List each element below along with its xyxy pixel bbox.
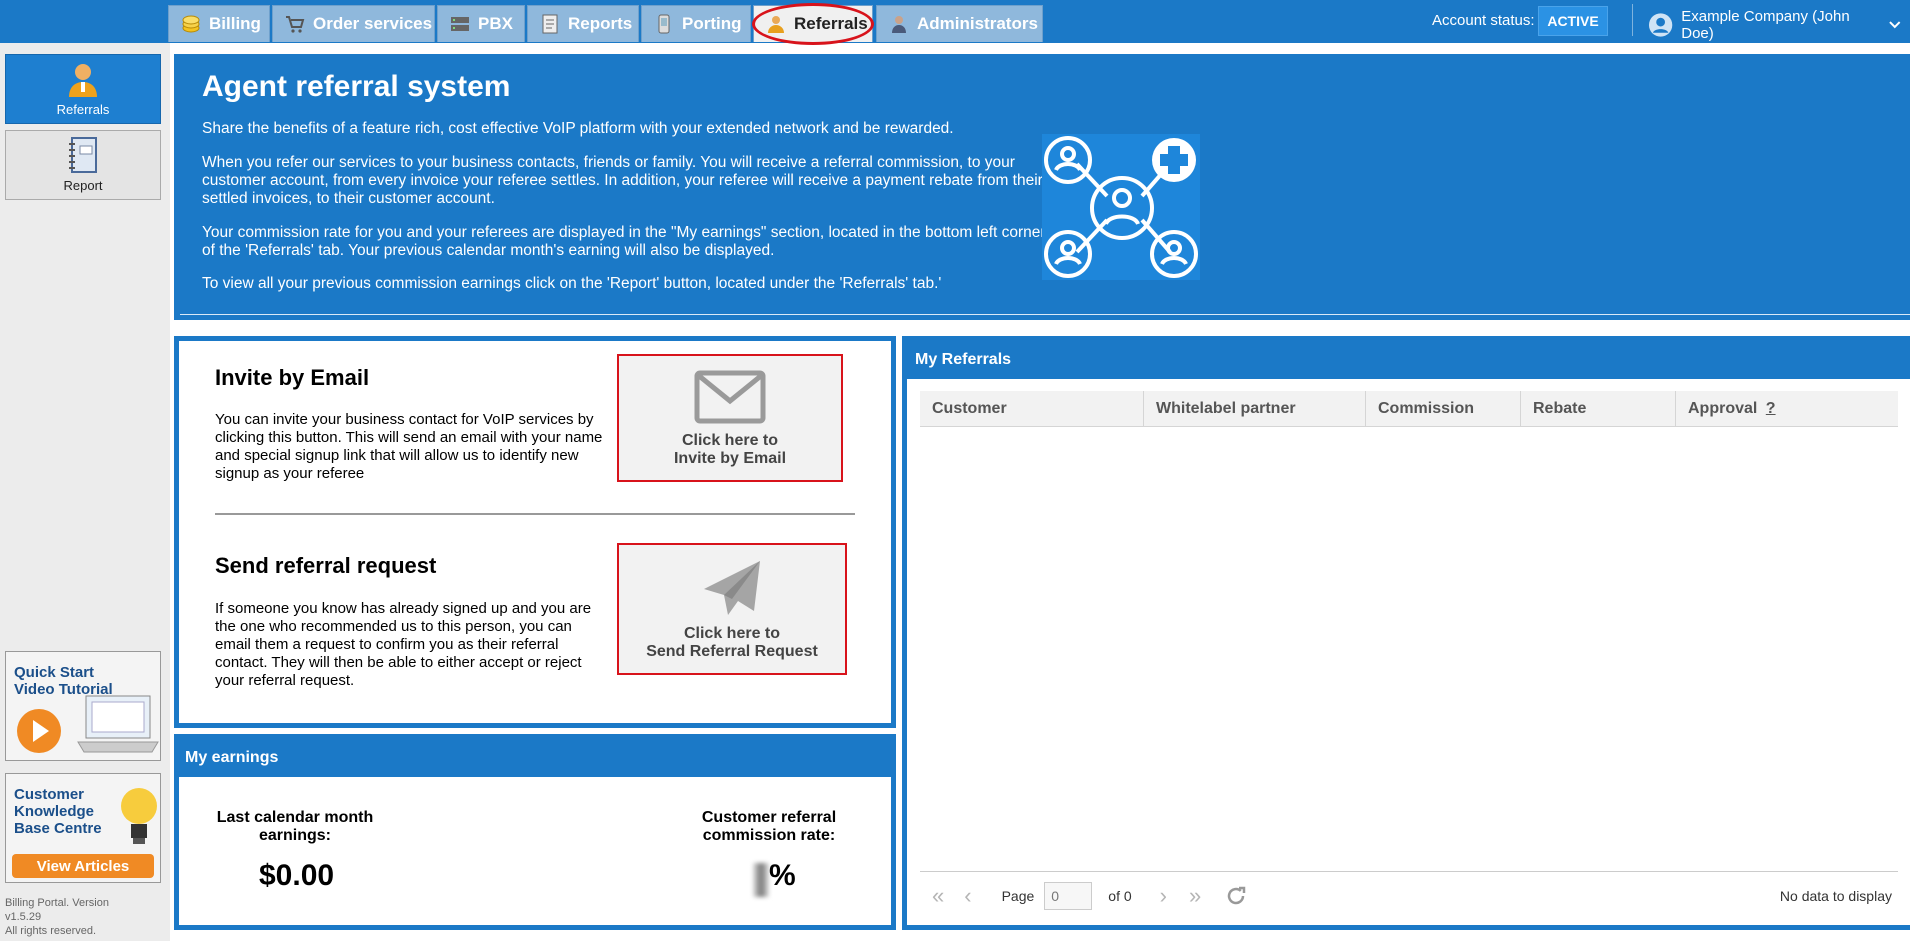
- admin-icon: [892, 16, 906, 33]
- panel-title: My earnings: [179, 739, 891, 777]
- tab-label: Order services: [313, 14, 433, 33]
- footer-line: Billing Portal. Version: [5, 897, 109, 909]
- tab-label: Porting: [682, 14, 742, 33]
- tab-label: PBX: [478, 14, 513, 33]
- tab-order-services[interactable]: Order services: [272, 5, 435, 42]
- column-header-commission[interactable]: Commission: [1366, 391, 1521, 427]
- tab-billing[interactable]: Billing: [168, 5, 270, 42]
- previous-page-button[interactable]: ‹: [964, 883, 971, 909]
- laptop-icon: [77, 695, 159, 753]
- footer-line: v1.5.29: [5, 911, 42, 923]
- column-header-whitelabel-partner[interactable]: Whitelabel partner: [1144, 391, 1366, 427]
- commission-rate-percent: %: [769, 859, 796, 892]
- invite-email-description: You can invite your business contact for…: [215, 411, 603, 482]
- tab-label: Administrators: [917, 14, 1038, 33]
- column-header-rebate[interactable]: Rebate: [1521, 391, 1676, 427]
- account-status-badge: ACTIVE: [1538, 6, 1608, 36]
- coins-icon: [182, 15, 200, 33]
- button-line: Send Referral Request: [646, 643, 818, 660]
- user-menu[interactable]: Example Company (John Doe): [1648, 8, 1910, 42]
- column-label: Approval: [1688, 400, 1758, 417]
- chevron-down-icon: [1889, 21, 1901, 29]
- send-referral-request-button[interactable]: Click here to Send Referral Request: [617, 543, 847, 675]
- knowledge-base-promo[interactable]: Customer Knowledge Base Centre View Arti…: [5, 773, 161, 883]
- invite-email-title: Invite by Email: [215, 365, 370, 390]
- tab-administrators[interactable]: Administrators: [876, 5, 1043, 42]
- sidebar-item-label: Referrals: [56, 102, 110, 117]
- send-request-title: Send referral request: [215, 553, 437, 578]
- my-referrals-panel: My Referrals Customer Whitelabel partner…: [902, 336, 1910, 930]
- page-label: Page: [1001, 887, 1035, 904]
- version-footer: Billing Portal. Version v1.5.29 All righ…: [5, 896, 109, 938]
- tab-porting[interactable]: Porting: [641, 5, 751, 42]
- sidebar-item-report[interactable]: Report: [5, 130, 161, 200]
- tab-label: Reports: [568, 14, 633, 33]
- first-page-button[interactable]: «: [932, 883, 944, 909]
- tab-label: Billing: [209, 14, 261, 33]
- referral-network-icon: [1042, 134, 1200, 280]
- intro-paragraph: Your commission rate for you and your re…: [202, 224, 1046, 259]
- sidebar-item-referrals[interactable]: Referrals: [5, 54, 161, 124]
- page-number-input[interactable]: [1044, 881, 1093, 910]
- referral-intro-banner: Agent referral system Share the benefits…: [174, 54, 1910, 320]
- refresh-icon[interactable]: [1225, 885, 1247, 907]
- intro-paragraph: When you refer our services to your busi…: [202, 154, 1043, 207]
- page-count-label: of 0: [1108, 887, 1132, 904]
- send-request-description: If someone you know has already signed u…: [215, 600, 592, 689]
- top-bar: Billing Order services PBX Reports Porti…: [0, 0, 1910, 45]
- tab-pbx[interactable]: PBX: [437, 5, 525, 42]
- footer-line: All rights reserved.: [5, 925, 97, 937]
- commission-rate-label: Customer referral commission rate:: [701, 809, 837, 844]
- view-articles-button[interactable]: View Articles: [12, 854, 154, 878]
- cart-icon: [286, 16, 305, 33]
- column-header-approval[interactable]: Approval ?: [1676, 391, 1898, 427]
- lightbulb-icon: [121, 788, 157, 844]
- user-avatar-icon: [1648, 13, 1673, 37]
- button-line: Invite by Email: [673, 450, 787, 467]
- last-month-earnings-value: $0.00: [259, 859, 335, 892]
- tab-reports[interactable]: Reports: [527, 5, 639, 42]
- tab-referrals[interactable]: Referrals: [753, 5, 873, 42]
- account-status-label: Account status:: [1432, 12, 1535, 29]
- page-title: Agent referral system: [202, 70, 511, 103]
- server-icon: [451, 17, 469, 31]
- user-name: Example Company (John Doe): [1681, 8, 1850, 42]
- table-pager: « ‹ Page of 0 › » No data to display: [920, 871, 1898, 919]
- redacted-rate-value: [753, 863, 769, 897]
- sidebar-item-label: Report: [63, 178, 103, 193]
- paper-plane-icon: [704, 561, 760, 615]
- last-page-button[interactable]: »: [1189, 883, 1201, 909]
- divider: [1632, 4, 1633, 36]
- notebook-icon: [69, 137, 97, 173]
- agent-icon: [69, 64, 97, 97]
- intro-paragraph: Share the benefits of a feature rich, co…: [202, 120, 954, 137]
- agent-icon: [768, 16, 784, 33]
- empty-table-message: No data to display: [1779, 887, 1892, 904]
- divider: [180, 314, 1910, 315]
- report-icon: [542, 14, 558, 34]
- last-month-earnings-label: Last calendar month earnings:: [216, 809, 374, 844]
- button-line: Click here to: [683, 625, 781, 642]
- promo-title: Customer Knowledge Base Centre: [14, 786, 102, 837]
- panel-title: My Referrals: [907, 341, 1910, 379]
- invite-panel: Invite by Email You can invite your busi…: [174, 336, 896, 728]
- phone-icon: [658, 14, 670, 34]
- left-sidebar: Referrals Report Quick Start Video Tutor…: [0, 43, 170, 941]
- my-earnings-panel: My earnings Last calendar month earnings…: [174, 734, 896, 930]
- column-header-customer[interactable]: Customer: [920, 391, 1144, 427]
- intro-paragraph: To view all your previous commission ear…: [202, 275, 942, 292]
- button-line: Click here to: [681, 432, 779, 449]
- divider: [215, 513, 855, 515]
- envelope-icon: [694, 370, 766, 424]
- next-page-button[interactable]: ›: [1160, 883, 1167, 909]
- tab-label: Referrals: [794, 14, 868, 33]
- quick-start-video-promo[interactable]: Quick Start Video Tutorial: [5, 651, 161, 761]
- invite-by-email-button[interactable]: Click here to Invite by Email: [617, 354, 843, 482]
- approval-help-link[interactable]: ?: [1766, 400, 1776, 417]
- play-icon: [17, 709, 61, 753]
